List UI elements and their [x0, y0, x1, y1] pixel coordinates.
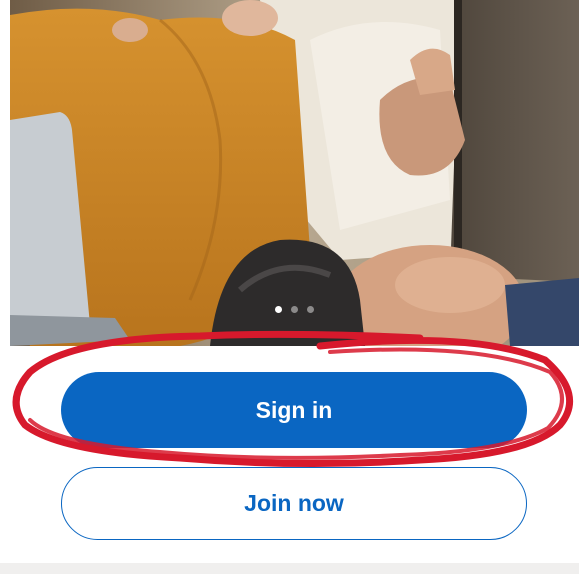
pager-dot[interactable] [307, 305, 314, 313]
carousel-pager[interactable] [10, 303, 579, 315]
pager-dot[interactable] [275, 305, 282, 313]
hero-photo [10, 0, 579, 346]
sign-in-button[interactable]: Sign in [61, 372, 527, 448]
bottom-bar [0, 563, 579, 574]
join-now-button[interactable]: Join now [61, 467, 527, 540]
pager-dot[interactable] [291, 305, 298, 313]
hero-image [10, 0, 579, 346]
